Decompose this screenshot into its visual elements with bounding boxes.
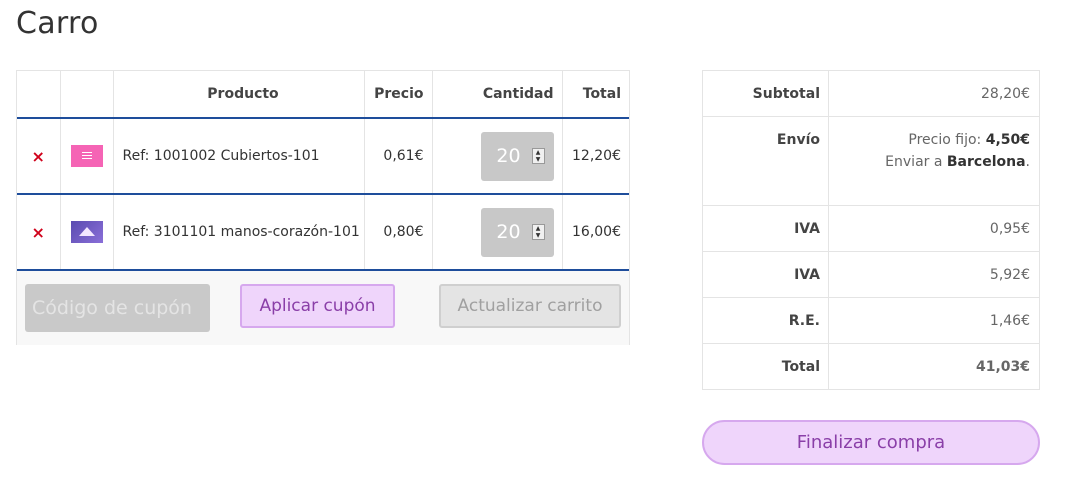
- shipping-destination: Enviar a Barcelona.: [829, 148, 1030, 176]
- header-product: Producto: [113, 71, 365, 119]
- cart-header-row: Producto Precio Cantidad Total: [17, 71, 629, 119]
- header-price: Precio: [364, 71, 433, 119]
- order-total-label: Total: [703, 343, 829, 389]
- tax-label: IVA: [703, 205, 829, 252]
- ship-to-city[interactable]: Barcelona: [947, 154, 1026, 170]
- cart-item-row: × Ref: 3101101 manos-corazón-101 0,80€ 2…: [17, 194, 629, 271]
- product-name[interactable]: Ref: 3101101 manos-corazón-101: [113, 194, 365, 271]
- remove-item-icon[interactable]: ×: [32, 223, 45, 242]
- tax-label: IVA: [703, 251, 829, 298]
- quantity-value[interactable]: 20: [481, 221, 537, 243]
- update-cart-button[interactable]: Actualizar carrito: [439, 284, 621, 328]
- header-total: Total: [562, 71, 629, 119]
- cart-totals-table: Subtotal 28,20€ Envío Precio fijo: 4,50€…: [703, 71, 1039, 389]
- shipping-label: Envío: [703, 116, 829, 206]
- tax-row: IVA 0,95€: [703, 205, 1039, 252]
- cart-table-container: Producto Precio Cantidad Total × Ref: 10…: [16, 70, 630, 345]
- remove-cell: ×: [17, 194, 61, 271]
- subtotal-label: Subtotal: [703, 71, 829, 117]
- shipping-amount: 4,50€: [985, 132, 1030, 148]
- tax-value: 0,95€: [828, 205, 1039, 252]
- line-total: 16,00€: [562, 194, 629, 271]
- quantity-cell: 20 ▲ ▼: [432, 118, 563, 195]
- subtotal-row: Subtotal 28,20€: [703, 71, 1039, 117]
- product-price: 0,61€: [364, 118, 433, 195]
- line-total: 12,20€: [562, 118, 629, 195]
- thumbnail-cell: [60, 194, 114, 271]
- product-thumbnail-hands-heart-icon[interactable]: [70, 221, 103, 243]
- order-total-row: Total 41,03€: [703, 343, 1039, 389]
- ship-to-label: Enviar a: [885, 154, 943, 170]
- cart-totals: Subtotal 28,20€ Envío Precio fijo: 4,50€…: [702, 70, 1040, 390]
- header-quantity: Cantidad: [432, 71, 563, 119]
- quantity-cell: 20 ▲ ▼: [432, 194, 563, 271]
- tax-value: 5,92€: [828, 251, 1039, 298]
- tax-row: R.E. 1,46€: [703, 297, 1039, 344]
- tax-label: R.E.: [703, 297, 829, 344]
- quantity-value[interactable]: 20: [481, 145, 537, 167]
- product-price: 0,80€: [364, 194, 433, 271]
- shipping-details: Precio fijo: 4,50€ Enviar a Barcelona.: [828, 116, 1039, 206]
- checkout-button[interactable]: Finalizar compra: [702, 420, 1040, 465]
- shipping-row: Envío Precio fijo: 4,50€ Enviar a Barcel…: [703, 116, 1039, 206]
- spinner-arrows-icon[interactable]: ▲ ▼: [531, 223, 545, 240]
- remove-item-icon[interactable]: ×: [32, 147, 45, 166]
- spinner-arrows-icon[interactable]: ▲ ▼: [531, 147, 545, 164]
- product-thumbnail-cutlery-icon[interactable]: [70, 145, 103, 167]
- product-name[interactable]: Ref: 1001002 Cubiertos-101: [113, 118, 365, 195]
- header-remove: [17, 71, 61, 119]
- cart-item-row: × Ref: 1001002 Cubiertos-101 0,61€ 20 ▲ ▼…: [17, 118, 629, 195]
- subtotal-value: 28,20€: [828, 71, 1039, 117]
- header-thumbnail: [60, 71, 114, 119]
- remove-cell: ×: [17, 118, 61, 195]
- shipping-method-label: Precio fijo:: [908, 132, 982, 148]
- quantity-stepper[interactable]: 20 ▲ ▼: [480, 207, 554, 257]
- apply-coupon-button[interactable]: Aplicar cupón: [240, 284, 395, 328]
- quantity-stepper[interactable]: 20 ▲ ▼: [480, 131, 554, 181]
- order-total-value: 41,03€: [975, 358, 1030, 375]
- coupon-code-input[interactable]: Código de cupón: [25, 284, 210, 332]
- tax-row: IVA 5,92€: [703, 251, 1039, 298]
- tax-value: 1,46€: [828, 297, 1039, 344]
- page-title: Carro: [16, 6, 99, 41]
- thumbnail-cell: [60, 118, 114, 195]
- cart-table: Producto Precio Cantidad Total × Ref: 10…: [17, 71, 629, 271]
- cart-actions: Código de cupón Aplicar cupón Actualizar…: [17, 271, 629, 345]
- ship-to-suffix: .: [1025, 154, 1030, 170]
